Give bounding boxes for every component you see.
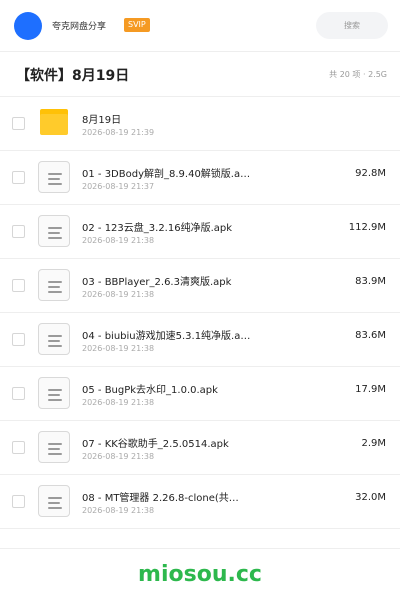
- file-date: 2026-08-19 21:38: [82, 506, 155, 515]
- file-row[interactable]: 03 - BBPlayer_2.6.3清爽版.apk 2026-08-19 21…: [0, 259, 400, 313]
- document-icon: [38, 377, 70, 409]
- select-checkbox[interactable]: [12, 225, 25, 238]
- file-name: 07 - KK谷歌助手_2.5.0514.apk: [82, 439, 229, 450]
- file-date: 2026-08-19 21:37: [82, 182, 155, 191]
- document-icon: [38, 485, 70, 517]
- file-date: 2026-08-19 21:38: [82, 290, 155, 299]
- file-date: 2026-08-19 21:38: [82, 398, 155, 407]
- file-name: 08 - MT管理器 2.26.8-clone(共…: [82, 493, 239, 504]
- file-row[interactable]: 08 - MT管理器 2.26.8-clone(共… 2026-08-19 21…: [0, 475, 400, 529]
- svip-badge: SVIP: [124, 18, 150, 32]
- file-name: 01 - 3DBody解剖_8.9.40解锁版.a…: [82, 169, 251, 180]
- folder-meta: 共 20 项 · 2.5G: [329, 70, 387, 79]
- document-icon: [38, 323, 70, 355]
- file-size: 83.9M: [355, 276, 386, 287]
- file-size: 2.9M: [361, 438, 386, 449]
- user-avatar[interactable]: [14, 12, 42, 40]
- file-row[interactable]: 05 - BugPk去水印_1.0.0.apk 2026-08-19 21:38…: [0, 367, 400, 421]
- file-date: 2026-08-19 21:38: [82, 236, 155, 245]
- file-size: 17.9M: [355, 384, 386, 395]
- file-date: 2026-08-19 21:38: [82, 452, 155, 461]
- file-size: 112.9M: [348, 222, 386, 233]
- select-checkbox[interactable]: [12, 441, 25, 454]
- file-name: 02 - 123云盘_3.2.16纯净版.apk: [82, 223, 233, 234]
- file-row[interactable]: 01 - 3DBody解剖_8.9.40解锁版.a… 2026-08-19 21…: [0, 151, 400, 205]
- file-date: 2026-08-19 21:38: [82, 344, 155, 353]
- file-name: 05 - BugPk去水印_1.0.0.apk: [82, 385, 218, 396]
- file-name: 8月19日: [82, 115, 122, 126]
- select-checkbox[interactable]: [12, 387, 25, 400]
- document-icon: [38, 161, 70, 193]
- file-list: 8月19日 2026-08-19 21:39 01 - 3DBody解剖_8.9…: [0, 96, 400, 529]
- file-name: 03 - BBPlayer_2.6.3清爽版.apk: [82, 277, 232, 288]
- file-name: 04 - biubiu游戏加速5.3.1纯净版.a…: [82, 331, 251, 342]
- folder-icon: [40, 109, 68, 135]
- file-row[interactable]: 8月19日 2026-08-19 21:39: [0, 97, 400, 151]
- file-row[interactable]: 02 - 123云盘_3.2.16纯净版.apk 2026-08-19 21:3…: [0, 205, 400, 259]
- select-checkbox[interactable]: [12, 279, 25, 292]
- document-icon: [38, 215, 70, 247]
- watermark: miosou.cc: [138, 562, 262, 587]
- file-row[interactable]: 07 - KK谷歌助手_2.5.0514.apk 2026-08-19 21:3…: [0, 421, 400, 475]
- select-checkbox[interactable]: [12, 333, 25, 346]
- folder-title: 【软件】8月19日: [16, 68, 130, 84]
- document-icon: [38, 431, 70, 463]
- select-checkbox[interactable]: [12, 495, 25, 508]
- file-size: 83.6M: [355, 330, 386, 341]
- file-size: 32.0M: [355, 492, 386, 503]
- search-button[interactable]: 搜索: [316, 12, 388, 39]
- file-row[interactable]: 04 - biubiu游戏加速5.3.1纯净版.a… 2026-08-19 21…: [0, 313, 400, 367]
- file-size: 92.8M: [355, 168, 386, 179]
- top-bar: 夸克网盘分享 SVIP 搜索: [0, 0, 400, 52]
- document-icon: [38, 269, 70, 301]
- app-name: 夸克网盘分享: [52, 22, 107, 32]
- select-checkbox[interactable]: [12, 117, 25, 130]
- select-checkbox[interactable]: [12, 171, 25, 184]
- file-date: 2026-08-19 21:39: [82, 128, 155, 137]
